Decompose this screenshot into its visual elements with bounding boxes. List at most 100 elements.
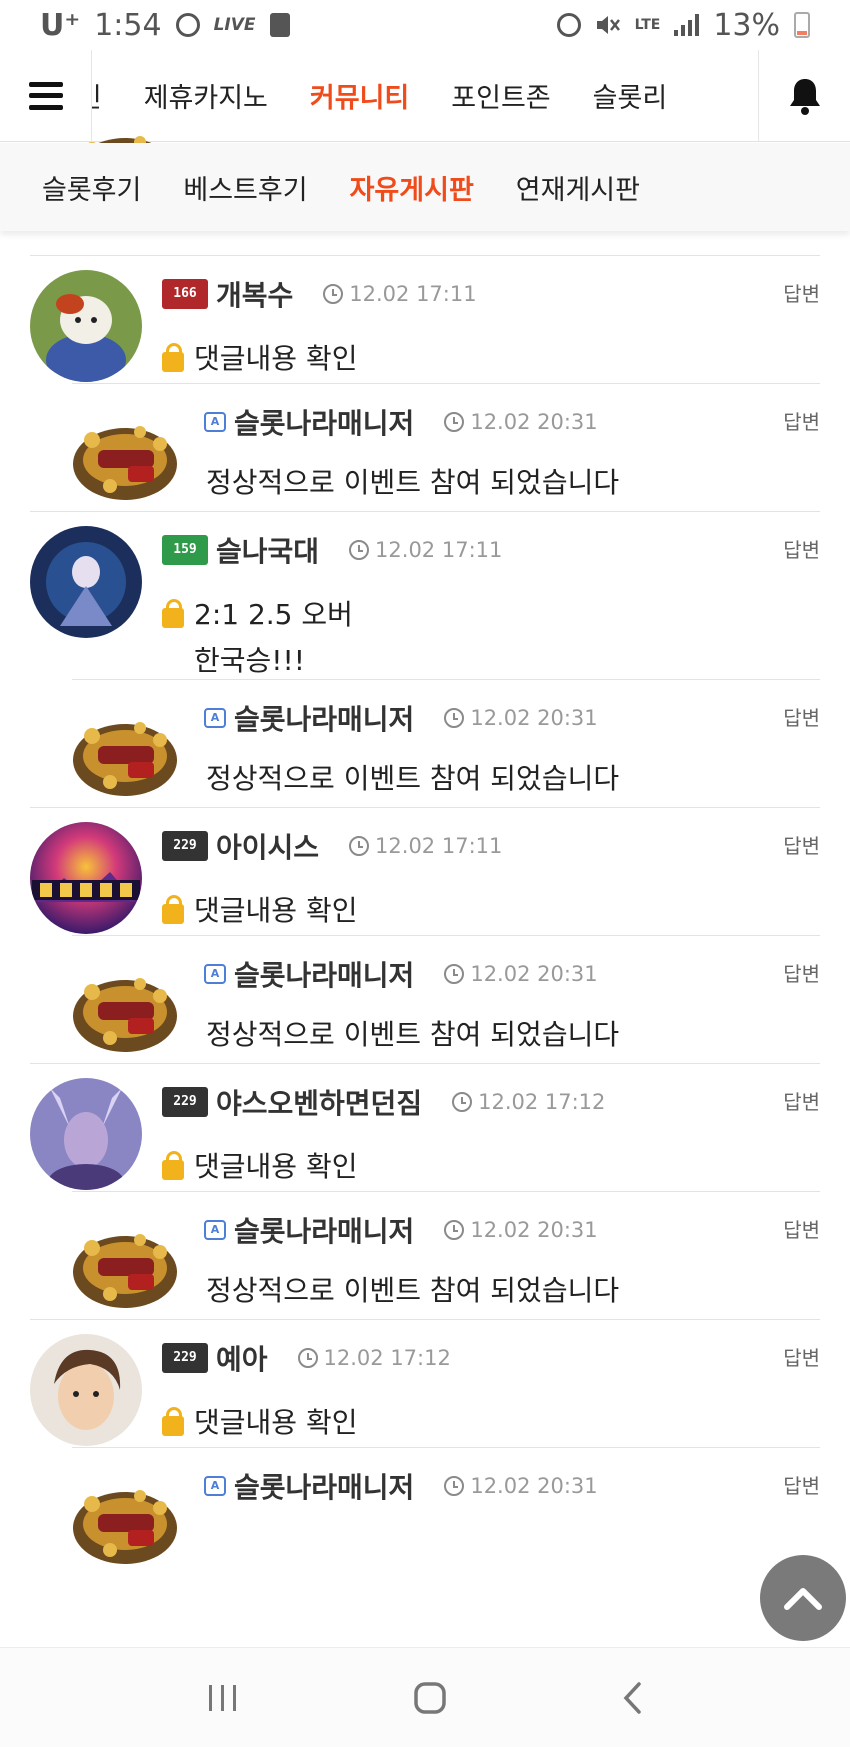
lock-icon [162,599,184,628]
avatar[interactable] [30,270,142,382]
comment-time-text: 12.02 17:12 [323,1346,451,1370]
admin-badge-icon: A [204,708,226,728]
home-icon[interactable] [412,1680,448,1716]
clock-icon [444,708,465,728]
clock-icon [444,964,465,984]
network-label: LTE [634,17,661,33]
author-name[interactable]: 예아 [216,1338,268,1378]
chevron-up-icon [784,1588,822,1610]
comment-body: 2:1 2.5 오버 한국승!!! [162,592,353,684]
author-name[interactable]: 슬롯나라매니저 [234,1466,414,1506]
alarm-icon [556,13,581,37]
reply-button[interactable]: 답변 [783,1470,820,1499]
admin-badge-icon: A [204,1220,226,1240]
sub-nav: 슬롯후기 베스트후기 자유게시판 연재게시판 [0,143,850,231]
comment-body: 댓글내용 확인 [162,888,357,934]
comment-time: 12.02 20:31 [444,962,598,986]
manager-avatar[interactable] [70,1474,180,1570]
reply-button[interactable]: 답변 [783,1214,820,1243]
comment-meta: 166 개복수 12.02 17:11 [162,274,477,314]
comment-item: 166 개복수 12.02 17:11 답변댓글내용 확인 [30,255,820,383]
author-name[interactable]: 야스오벤하면던짐 [216,1082,422,1122]
comment-time-text: 12.02 17:11 [375,834,503,858]
comment-body: 댓글내용 확인 [162,1144,357,1190]
comment-text: 2:1 2.5 오버 한국승!!! [194,598,353,677]
reply-button[interactable]: 답변 [783,1342,820,1371]
reply-item: A 슬롯나라매니저 12.02 20:31 답변정상적으로 이벤트 참여 되었습니다 [72,1191,820,1319]
signal-icon [674,14,700,36]
battery-icon [794,12,810,38]
comment-item: 229 야스오벤하면던짐 12.02 17:12 답변댓글내용 확인 [30,1063,820,1191]
avatar[interactable] [30,1078,142,1190]
comment-time-text: 12.02 20:31 [470,1218,598,1242]
clock-icon [444,412,465,432]
comment-time: 12.02 20:31 [444,1474,598,1498]
comment-meta: 229 아이시스 12.02 17:11 [162,826,502,866]
clock-icon [444,1220,465,1240]
recent-apps-icon[interactable] [206,1683,240,1713]
reply-item: A 슬롯나라매니저 12.02 20:31 답변정상적으로 이벤트 참여 되었습니다 [72,383,820,511]
manager-avatar[interactable] [70,962,180,1058]
comment-meta: 159 슬나국대 12.02 17:11 [162,530,502,570]
comment-time: 12.02 17:12 [452,1090,605,1114]
reply-button[interactable]: 답변 [783,958,820,987]
author-name[interactable]: 개복수 [216,274,293,314]
level-badge-icon: 229 [162,1343,208,1373]
reply-button[interactable]: 답변 [783,1086,820,1115]
comment-time: 12.02 20:31 [444,706,598,730]
comment-time-text: 12.02 20:31 [470,706,598,730]
tab-slot-review[interactable]: 슬롯후기 [42,168,141,207]
level-badge-icon: 229 [162,831,208,861]
comment-time-text: 12.02 20:31 [470,1474,598,1498]
level-badge-icon: 159 [162,535,208,565]
clock-icon [444,1476,465,1496]
reply-button[interactable]: 답변 [783,830,820,859]
status-bar: U⁺ 1:54 LIVE LTE 13% [0,0,850,50]
avatar[interactable] [30,822,142,934]
author-name[interactable]: 슬롯나라매니저 [234,1210,414,1250]
reply-button[interactable]: 답변 [783,702,820,731]
comment-item: 159 슬나국대 12.02 17:11 답변 2:1 2.5 오버 한국승!!! [30,511,820,679]
author-name[interactable]: 슬롯나라매니저 [234,698,414,738]
scroll-top-button[interactable] [760,1555,846,1641]
comment-meta: A 슬롯나라매니저 12.02 20:31 [204,698,598,738]
reply-item: A 슬롯나라매니저 12.02 20:31 답변정상적으로 이벤트 참여 되었습니다 [72,935,820,1063]
comment-meta: A 슬롯나라매니저 12.02 20:31 [204,1466,598,1506]
reply-button[interactable]: 답변 [783,278,820,307]
reply-button[interactable]: 답변 [783,534,820,563]
manager-avatar[interactable] [70,1218,180,1314]
battery-label: 13% [713,7,780,43]
comment-time-text: 12.02 20:31 [470,410,598,434]
reply-item: A 슬롯나라매니저 12.02 20:31 답변정상적으로 이벤트 참여 되었습니다 [72,679,820,807]
author-name[interactable]: 슬롯나라매니저 [234,402,414,442]
comment-body: 댓글내용 확인 [162,336,357,382]
author-name[interactable]: 슬나국대 [216,530,319,570]
clock-icon [452,1092,473,1112]
comment-meta: 229 야스오벤하면던짐 12.02 17:12 [162,1082,605,1122]
tab-series-board[interactable]: 연재게시판 [516,168,640,207]
comment-meta: A 슬롯나라매니저 12.02 20:31 [204,402,598,442]
comment-time: 12.02 17:11 [349,538,502,562]
clock-icon [297,1348,318,1368]
comment-time: 12.02 17:11 [349,834,502,858]
comment-body: 정상적으로 이벤트 참여 되었습니다 [206,756,619,802]
comment-body: 정상적으로 이벤트 참여 되었습니다 [206,460,619,506]
tab-best-review[interactable]: 베스트후기 [183,168,307,207]
comment-time: 12.02 20:31 [444,1218,598,1242]
comment-item: 229 예아 12.02 17:12 답변 댓글내용 확인 [30,1319,820,1447]
back-icon[interactable] [620,1680,644,1716]
avatar[interactable] [30,526,142,638]
comment-body: 정상적으로 이벤트 참여 되었습니다 [206,1268,619,1314]
author-name[interactable]: 슬롯나라매니저 [234,954,414,994]
system-nav-bar [0,1647,850,1747]
avatar[interactable] [30,1334,142,1446]
author-name[interactable]: 아이시스 [216,826,319,866]
reply-button[interactable]: 답변 [783,406,820,435]
comment-text: 정상적으로 이벤트 참여 되었습니다 [206,1274,620,1307]
level-badge-icon: 229 [162,1087,208,1117]
manager-avatar[interactable] [70,706,180,802]
lock-icon [162,895,184,924]
tab-free-board[interactable]: 자유게시판 [350,168,474,207]
manager-avatar[interactable] [70,410,180,506]
comment-time: 12.02 17:12 [297,1346,451,1370]
